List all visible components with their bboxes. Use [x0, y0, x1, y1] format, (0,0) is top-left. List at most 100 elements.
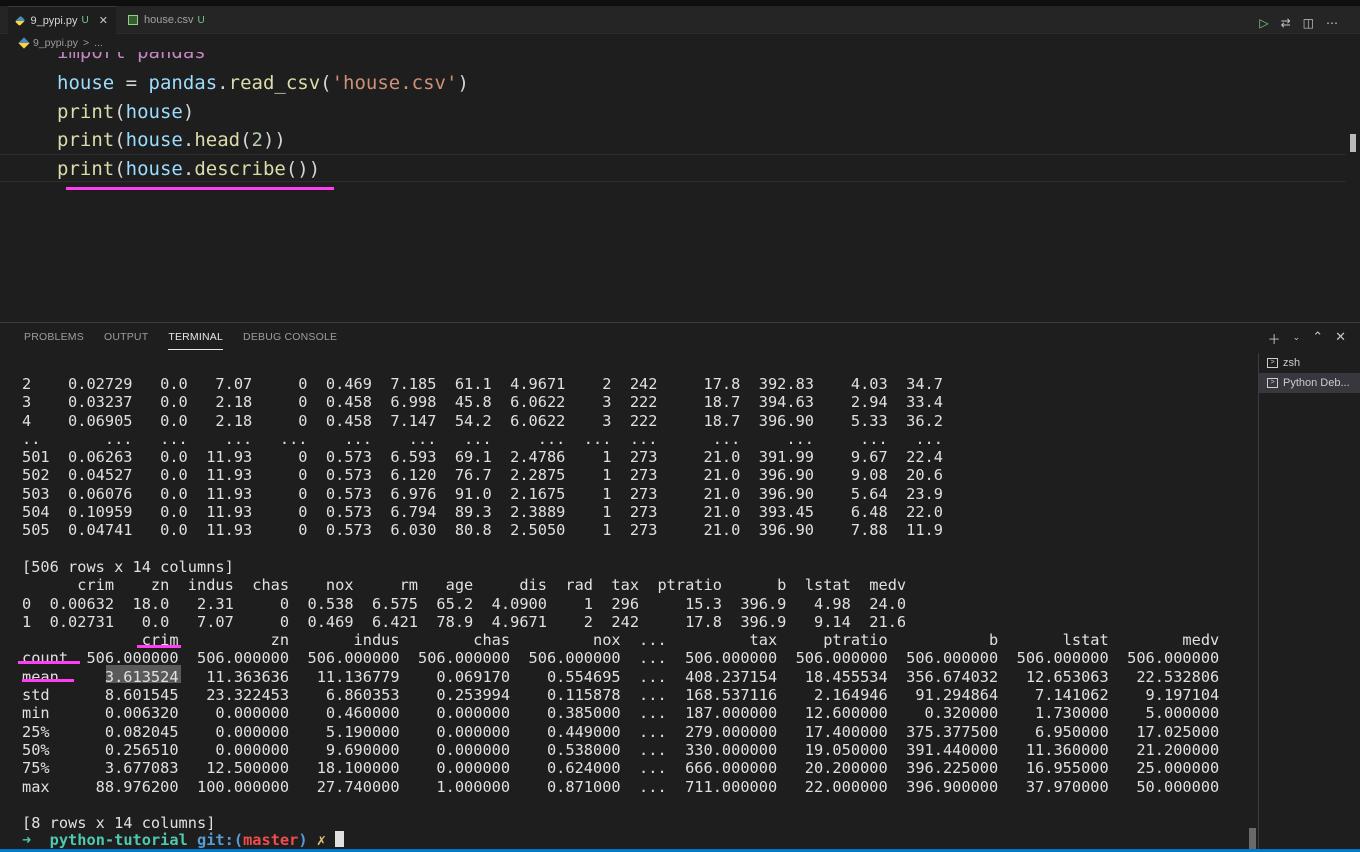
panel-tabs: PROBLEMS OUTPUT TERMINAL DEBUG CONSOLE	[24, 331, 337, 350]
prompt-directory: python-tutorial	[49, 831, 188, 849]
terminal-line: crim zn indus chas nox ... tax ptratio b…	[22, 631, 1220, 650]
close-panel-icon[interactable]: ✕	[1335, 329, 1346, 348]
code-token: (	[114, 101, 126, 123]
code-token: (	[320, 72, 332, 94]
annotation-underline-count	[18, 661, 80, 664]
terminal-line: min 0.006320 0.000000 0.460000 0.000000 …	[22, 704, 1220, 723]
prompt-branch: master	[243, 831, 299, 849]
terminal-item-zsh[interactable]: > zsh	[1259, 353, 1360, 373]
terminal-line: [506 rows x 14 columns]	[22, 557, 234, 576]
csv-file-icon	[128, 15, 138, 25]
run-icon[interactable]: ▷	[1259, 16, 1268, 30]
terminal-scrollbar[interactable]	[1249, 828, 1256, 850]
terminal-list: > zsh > Python Deb...	[1258, 353, 1360, 852]
terminal-line: 502 0.04527 0.0 11.93 0 0.573 6.120 76.7…	[22, 466, 943, 485]
terminal-line: 75% 3.677083 12.500000 18.100000 0.00000…	[22, 759, 1220, 778]
code-token: (	[114, 129, 126, 151]
annotation-underline	[66, 187, 334, 190]
code-line-5: print(house.describe())	[57, 157, 320, 181]
tab-debug-console[interactable]: DEBUG CONSOLE	[243, 331, 337, 350]
terminal-line: 503 0.06076 0.0 11.93 0 0.573 6.976 91.0…	[22, 484, 943, 503]
code-token: .	[182, 129, 195, 151]
code-token: read_csv	[228, 72, 321, 94]
terminal-line: 50% 0.256510 0.000000 9.690000 0.000000 …	[22, 740, 1220, 759]
prompt-git-close: )	[298, 831, 308, 849]
breadcrumb-file[interactable]: 9_pypi.py	[33, 37, 78, 49]
terminal-line: 505 0.04741 0.0 11.93 0 0.573 6.030 80.8…	[22, 521, 943, 540]
tab-terminal[interactable]: TERMINAL	[168, 331, 224, 350]
code-token: head	[194, 129, 241, 151]
code-line-4: print(house.head(2))	[57, 128, 286, 152]
breadcrumb-rest[interactable]: ...	[94, 37, 103, 49]
tab-problems[interactable]: PROBLEMS	[24, 331, 84, 350]
terminal-line: 504 0.10959 0.0 11.93 0 0.573 6.794 89.3…	[22, 503, 943, 522]
chevron-down-icon[interactable]: ⌄	[1293, 329, 1301, 348]
terminal-line: max 88.976200 100.000000 27.740000 1.000…	[22, 777, 1220, 796]
close-icon[interactable]: ✕	[99, 14, 108, 27]
split-editor-icon[interactable]: ◫	[1303, 16, 1314, 30]
tab-9-pypi-py[interactable]: 9_pypi.py U ✕	[8, 6, 116, 34]
code-token: pandas	[148, 72, 218, 94]
source-control-icon[interactable]: ⇄	[1281, 16, 1291, 30]
code-token: 'house.csv'	[331, 72, 458, 94]
terminal-line: [8 rows x 14 columns]	[22, 814, 216, 833]
code-token: =	[114, 72, 149, 94]
code-token: .	[217, 72, 229, 94]
code-token: (	[240, 129, 252, 151]
terminal-item-label: zsh	[1283, 357, 1301, 369]
code-token: describe	[194, 158, 286, 180]
python-file-icon	[18, 37, 30, 49]
code-token: ))	[262, 129, 286, 151]
code-token: house	[125, 158, 183, 180]
annotation-underline-mean	[22, 679, 74, 682]
modified-badge: U	[81, 15, 89, 26]
code-token: ())	[285, 158, 321, 180]
code-token: print	[57, 101, 115, 123]
breadcrumb: 9_pypi.py > ...	[18, 37, 103, 49]
editor-actions: ▷ ⇄ ◫ ⋯	[1259, 16, 1338, 30]
code-editor[interactable]: import pandas house = pandas.read_csv('h…	[0, 52, 1360, 320]
terminal-line: 2 0.02729 0.0 7.07 0 0.469 7.185 61.1 4.…	[22, 375, 943, 393]
editor-tab-bar: 9_pypi.py U ✕ house.csv U ▷ ⇄ ◫ ⋯	[0, 6, 1360, 34]
code-token: 2	[251, 129, 263, 151]
breadcrumb-separator: >	[82, 37, 90, 49]
panel-actions: ＋ ⌄ ⌃ ✕	[1268, 329, 1346, 348]
bottom-panel: PROBLEMS OUTPUT TERMINAL DEBUG CONSOLE ＋…	[0, 322, 1360, 852]
maximize-panel-icon[interactable]: ⌃	[1312, 329, 1323, 348]
code-token: (	[114, 158, 126, 180]
terminal-line: mean 3.613524 11.363636 11.136779 0.0691…	[22, 667, 1220, 686]
code-token: print	[57, 158, 115, 180]
code-token: )	[457, 72, 469, 94]
annotation-underline-crim	[137, 645, 181, 648]
more-actions-icon[interactable]: ⋯	[1326, 16, 1338, 30]
terminal-line: 0 0.00632 18.0 2.31 0 0.538 6.575 65.2 4…	[22, 594, 907, 613]
terminal-item-python-debug[interactable]: > Python Deb...	[1259, 373, 1360, 393]
modified-badge: U	[197, 14, 205, 26]
terminal-line: 1 0.02731 0.0 7.07 0 0.469 6.421 78.9 4.…	[22, 612, 907, 631]
prompt-arrow: ➜	[22, 831, 32, 849]
code-token: house	[125, 101, 183, 123]
terminal-line: 25% 0.082045 0.000000 5.190000 0.000000 …	[22, 722, 1220, 741]
terminal-prompt[interactable]: ➜ python-tutorial git:(master) ✗	[22, 831, 345, 849]
terminal-line: 3 0.03237 0.0 2.18 0 0.458 6.998 45.8 6.…	[22, 393, 943, 412]
terminal-line: 4 0.06905 0.0 2.18 0 0.458 7.147 54.2 6.…	[22, 411, 943, 430]
code-token: print	[57, 129, 115, 151]
tab-output[interactable]: OUTPUT	[104, 331, 148, 350]
code-line-3: print(house)	[57, 100, 194, 124]
terminal-line: .. ... ... ... ... ... ... ... ... ... .…	[22, 429, 943, 448]
tab-label: house.csv	[144, 14, 194, 26]
terminal-icon: >	[1267, 358, 1278, 368]
code-token: house	[125, 129, 183, 151]
terminal-line: std 8.601545 23.322453 6.860353 0.253994…	[22, 686, 1220, 705]
editor-scrollbar[interactable]	[1350, 134, 1356, 152]
code-token: .	[182, 158, 195, 180]
tab-house-csv[interactable]: house.csv U	[120, 6, 232, 34]
terminal-line: count 506.000000 506.000000 506.000000 5…	[22, 649, 1220, 668]
terminal-item-label: Python Deb...	[1283, 377, 1350, 389]
tab-label: 9_pypi.py	[30, 14, 78, 27]
terminal-cursor	[335, 831, 345, 847]
terminal-output[interactable]: 2 0.02729 0.0 7.07 0 0.469 7.185 61.1 4.…	[22, 375, 1219, 832]
new-terminal-icon[interactable]: ＋	[1268, 329, 1281, 348]
